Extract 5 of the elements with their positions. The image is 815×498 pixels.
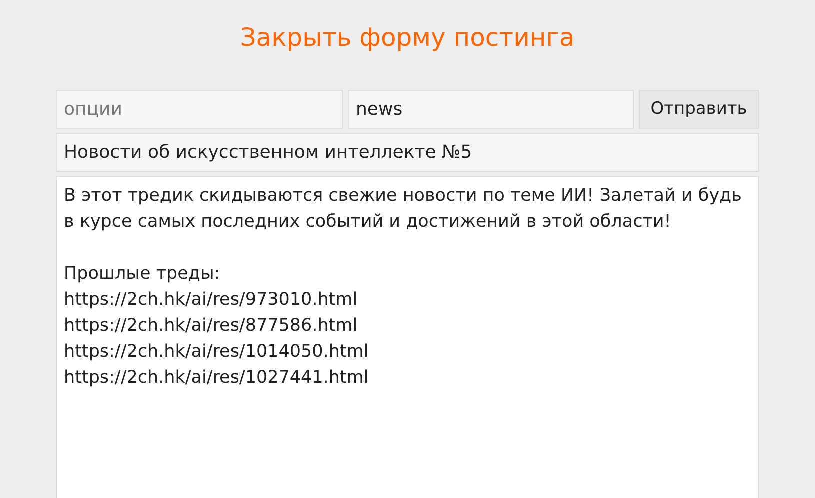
message-field[interactable]: В этот тредик скидываются свежие новости по теме ИИ! Залетай и будь в курсе самых последних событий и достижений в этой области! Прошлые треды: https://2ch.hk/ai/res/973010.html https://2ch.hk/ai/res/877586.html https://2ch.hk/ai/res/1014050.html https://2ch.hk/ai/res/1027441.html xyxy=(56,176,759,498)
options-field[interactable]: опции xyxy=(56,90,343,129)
submit-button[interactable]: Отправить xyxy=(639,90,759,129)
subject-field[interactable]: Новости об искусственном интеллекте №5 xyxy=(56,133,759,172)
email-field[interactable]: news xyxy=(348,90,634,129)
